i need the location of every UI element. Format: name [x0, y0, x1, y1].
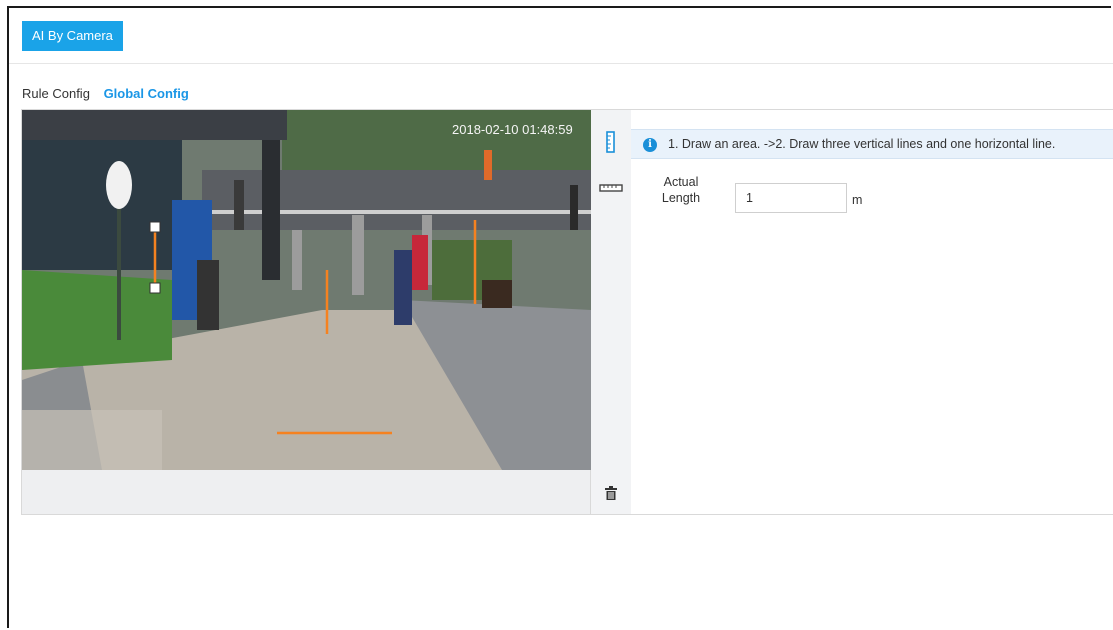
- info-icon: i: [643, 138, 657, 152]
- calibration-handle-top[interactable]: [149, 221, 161, 233]
- drawing-toolbar: [591, 109, 631, 515]
- ai-by-camera-tab[interactable]: AI By Camera: [22, 21, 123, 51]
- vertical-ruler-icon: [606, 131, 615, 153]
- instruction-text: 1. Draw an area. ->2. Draw three vertica…: [668, 137, 1056, 151]
- instruction-banner: i 1. Draw an area. ->2. Draw three verti…: [631, 129, 1113, 159]
- actual-length-input[interactable]: [735, 183, 847, 213]
- actual-length-label-line1: Actual: [663, 175, 699, 189]
- actual-length-label-line2: Length: [661, 191, 701, 205]
- horizontal-ruler-icon: [599, 184, 623, 192]
- header-divider: [9, 63, 1113, 64]
- vertical-ruler-button[interactable]: [591, 129, 631, 155]
- calibration-handle-bottom[interactable]: [149, 282, 161, 294]
- global-config-panel: i 1. Draw an area. ->2. Draw three verti…: [631, 109, 1113, 515]
- horizontal-ruler-button[interactable]: [591, 175, 631, 201]
- trash-icon: [605, 486, 617, 500]
- camera-video-frame[interactable]: 2018-02-10 01:48:59: [22, 110, 591, 470]
- video-preview-container: 2018-02-10 01:48:59: [21, 109, 591, 515]
- length-unit: m: [852, 193, 863, 207]
- camera-scene: 2018-02-10 01:48:59: [22, 110, 591, 470]
- config-subtabs: Rule Config Global Config: [22, 86, 199, 101]
- actual-length-label: Actual Length: [659, 174, 703, 206]
- tab-global-config[interactable]: Global Config: [104, 86, 189, 101]
- video-timestamp: 2018-02-10 01:48:59: [452, 122, 573, 137]
- delete-button[interactable]: [591, 480, 631, 506]
- tab-rule-config[interactable]: Rule Config: [22, 86, 90, 101]
